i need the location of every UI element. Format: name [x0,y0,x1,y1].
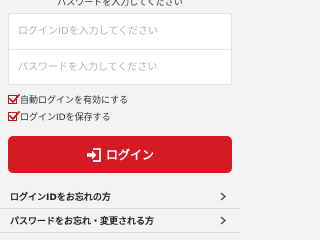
save-login-id-label: ログインIDを保存する [20,112,111,123]
save-login-id-checkbox[interactable] [8,110,20,121]
header-partial-text: パスワードを入力してください [57,0,183,8]
chevron-right-icon [220,192,226,201]
forgot-password-link[interactable]: パスワードをお忘れ・変更される方 [0,209,240,233]
auto-login-label: 自動ログインを有効にする [20,95,129,106]
auto-login-checkbox[interactable] [8,93,20,104]
login-id-field-row [9,14,231,49]
login-icon [86,147,102,162]
checkmark-icon [9,110,20,120]
help-links: ログインIDをお忘れの方 パスワードをお忘れ・変更される方 [0,185,240,233]
login-form [8,13,232,85]
save-login-id-option[interactable]: ログインIDを保存する [8,110,111,123]
auto-login-option[interactable]: 自動ログインを有効にする [8,93,129,106]
login-button-label: ログイン [105,148,154,162]
password-input[interactable] [18,61,218,73]
chevron-right-icon [220,216,226,225]
checkmark-icon [9,93,20,103]
forgot-login-id-link[interactable]: ログインIDをお忘れの方 [0,185,240,209]
login-button[interactable]: ログイン [8,136,232,173]
forgot-login-id-label: ログインIDをお忘れの方 [10,193,111,203]
login-id-input[interactable] [18,26,218,37]
forgot-password-label: パスワードをお忘れ・変更される方 [10,217,155,227]
password-field-row [9,49,231,84]
